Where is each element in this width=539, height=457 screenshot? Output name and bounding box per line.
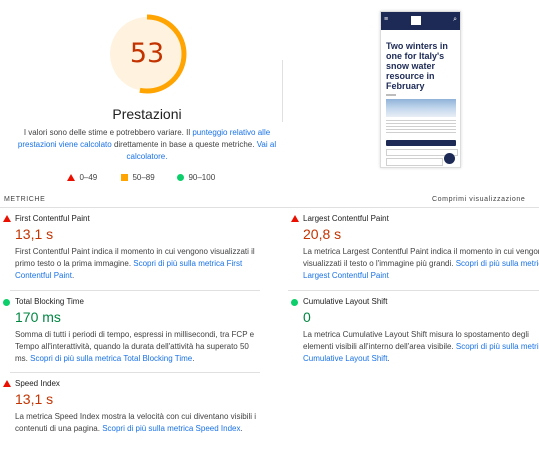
menu-icon: ≡ [384, 16, 389, 23]
metric-speed-index: Speed Index 13,1 s La metrica Speed Inde… [0, 379, 256, 453]
metric-description: La metrica Cumulative Layout Shift misur… [303, 329, 539, 365]
metric-description: La metrica Largest Contentful Paint indi… [303, 246, 539, 282]
circle-icon [291, 299, 298, 306]
metric-divider [288, 290, 539, 291]
preview-text-lines [386, 120, 456, 135]
preview-date [386, 94, 396, 96]
metrics-top-divider [0, 207, 539, 208]
metric-description: First Contentful Paint indica il momento… [15, 246, 260, 282]
metric-first-contentful-paint: First Contentful Paint 13,1 s First Cont… [0, 214, 255, 288]
metrics-section-label: METRICHE [4, 196, 46, 203]
page-screenshot-preview[interactable]: ≡ ⌕ Two winters in one for Italy's snow … [380, 11, 461, 168]
metric-largest-contentful-paint: Largest Contentful Paint 20,8 s La metri… [288, 214, 539, 288]
circle-icon [177, 174, 184, 181]
metric-name: Largest Contentful Paint [303, 214, 389, 223]
preview-preferences-button [386, 158, 443, 166]
metric-name: Total Blocking Time [15, 297, 84, 306]
metric-name: Speed Index [15, 379, 60, 388]
square-icon [121, 174, 128, 181]
performance-title: Prestazioni [112, 106, 182, 122]
metric-divider [10, 290, 260, 291]
legend-fail-label: 0–49 [79, 173, 98, 182]
metric-desc-tail: . [240, 424, 243, 433]
desc-text-1: I valori sono delle stime e potrebbero v… [23, 128, 193, 137]
legend-pass-label: 90–100 [188, 173, 216, 182]
metric-desc-tail: . [192, 354, 195, 363]
circle-icon [3, 299, 10, 306]
metric-value: 170 ms [15, 309, 61, 325]
preview-accessibility-icon [444, 153, 455, 164]
performance-score: 53 [129, 38, 165, 69]
legend-fail: 0–49 [67, 172, 97, 183]
metric-description: Somma di tutti i periodi di tempo, espre… [15, 329, 260, 365]
triangle-icon [291, 215, 299, 222]
preview-header-bar: ≡ ⌕ [381, 12, 460, 30]
logo [411, 16, 421, 25]
search-icon: ⌕ [453, 16, 457, 23]
triangle-icon [3, 215, 11, 222]
collapse-view-toggle[interactable]: Comprimi visualizzazione [432, 196, 525, 203]
learn-more-link[interactable]: Scopri di più sulla metrica Total Blocki… [30, 354, 192, 363]
preview-accept-button [386, 140, 456, 146]
desc-text-2: direttamente in base a queste metriche. [111, 140, 257, 149]
triangle-icon [3, 380, 11, 387]
metric-cumulative-layout-shift: Cumulative Layout Shift 0 La metrica Cum… [288, 297, 539, 371]
legend-pass: 90–100 [177, 172, 215, 183]
triangle-icon [67, 174, 75, 181]
preview-headline: Two winters in one for Italy's snow wate… [386, 41, 448, 91]
metric-desc-tail: . [387, 354, 390, 363]
metric-description: La metrica Speed Index mostra la velocit… [15, 411, 260, 435]
metric-name: First Contentful Paint [15, 214, 90, 223]
score-legend: 0–49 50–89 90–100 [0, 172, 294, 184]
divider [282, 60, 283, 122]
metric-name: Cumulative Layout Shift [303, 297, 388, 306]
metric-value: 13,1 s [15, 226, 54, 242]
learn-more-link[interactable]: Scopri di più sulla metrica Speed Index [102, 424, 240, 433]
metric-total-blocking-time: Total Blocking Time 170 ms Somma di tutt… [0, 297, 254, 371]
metric-value: 13,1 s [15, 391, 54, 407]
legend-average-label: 50–89 [132, 173, 155, 182]
metric-value: 20,8 s [303, 226, 342, 242]
metric-desc-tail: . [71, 271, 75, 280]
metric-divider [10, 372, 260, 373]
legend-average: 50–89 [121, 172, 155, 183]
metric-value: 0 [303, 309, 311, 325]
performance-description: I valori sono delle stime e potrebbero v… [12, 127, 282, 163]
preview-image [386, 99, 456, 117]
